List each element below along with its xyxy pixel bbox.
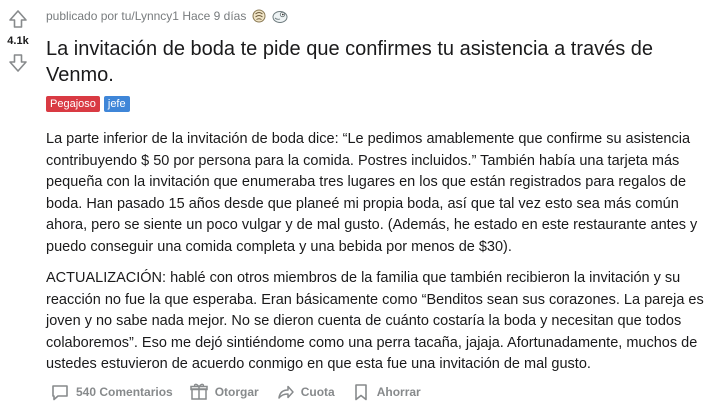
share-label: Cuota bbox=[300, 385, 335, 399]
give-award-label: Otorgar bbox=[214, 385, 259, 399]
post-title[interactable]: La invitación de boda te pide que confir… bbox=[46, 36, 686, 88]
post-meta: publicado por tu/Lynncy1 Hace 9 días bbox=[46, 0, 718, 32]
bookmark-icon bbox=[354, 384, 367, 401]
comments-button[interactable]: 540 Comentarios bbox=[46, 380, 177, 404]
upvote-button[interactable] bbox=[6, 7, 30, 31]
downvote-button[interactable] bbox=[6, 51, 30, 75]
post-actions: 540 Comentarios Otorgar Cuota Ahorrar bbox=[46, 380, 433, 404]
save-button[interactable]: Ahorrar bbox=[347, 380, 425, 404]
flair-list: Pegajoso jefe bbox=[46, 96, 718, 112]
post-body: La parte inferior de la invitación de bo… bbox=[46, 129, 714, 376]
comments-label: 540 Comentarios bbox=[76, 385, 173, 399]
gift-icon bbox=[189, 383, 208, 400]
flair-pegajoso[interactable]: Pegajoso bbox=[46, 96, 100, 112]
post-byline: publicado por tu/Lynncy1 Hace 9 días bbox=[46, 9, 247, 23]
share-button[interactable]: Cuota bbox=[271, 380, 339, 404]
vote-score: 4.1k bbox=[7, 35, 29, 47]
upvote-arrow-icon bbox=[9, 10, 27, 28]
vote-column: 4.1k bbox=[0, 0, 36, 411]
award-icon-1[interactable] bbox=[252, 9, 266, 23]
share-arrow-icon bbox=[277, 385, 294, 399]
award-icon-2[interactable] bbox=[272, 9, 288, 23]
post-container: publicado por tu/Lynncy1 Hace 9 días La … bbox=[46, 0, 718, 376]
downvote-arrow-icon bbox=[9, 54, 27, 72]
post-paragraph: La parte inferior de la invitación de bo… bbox=[46, 131, 698, 255]
give-award-button[interactable]: Otorgar bbox=[185, 380, 263, 404]
save-label: Ahorrar bbox=[376, 385, 421, 399]
flair-jefe[interactable]: jefe bbox=[103, 96, 130, 112]
post-paragraph: ACTUALIZACIÓN: hablé con otros miembros … bbox=[46, 270, 704, 372]
comment-icon bbox=[52, 385, 68, 401]
